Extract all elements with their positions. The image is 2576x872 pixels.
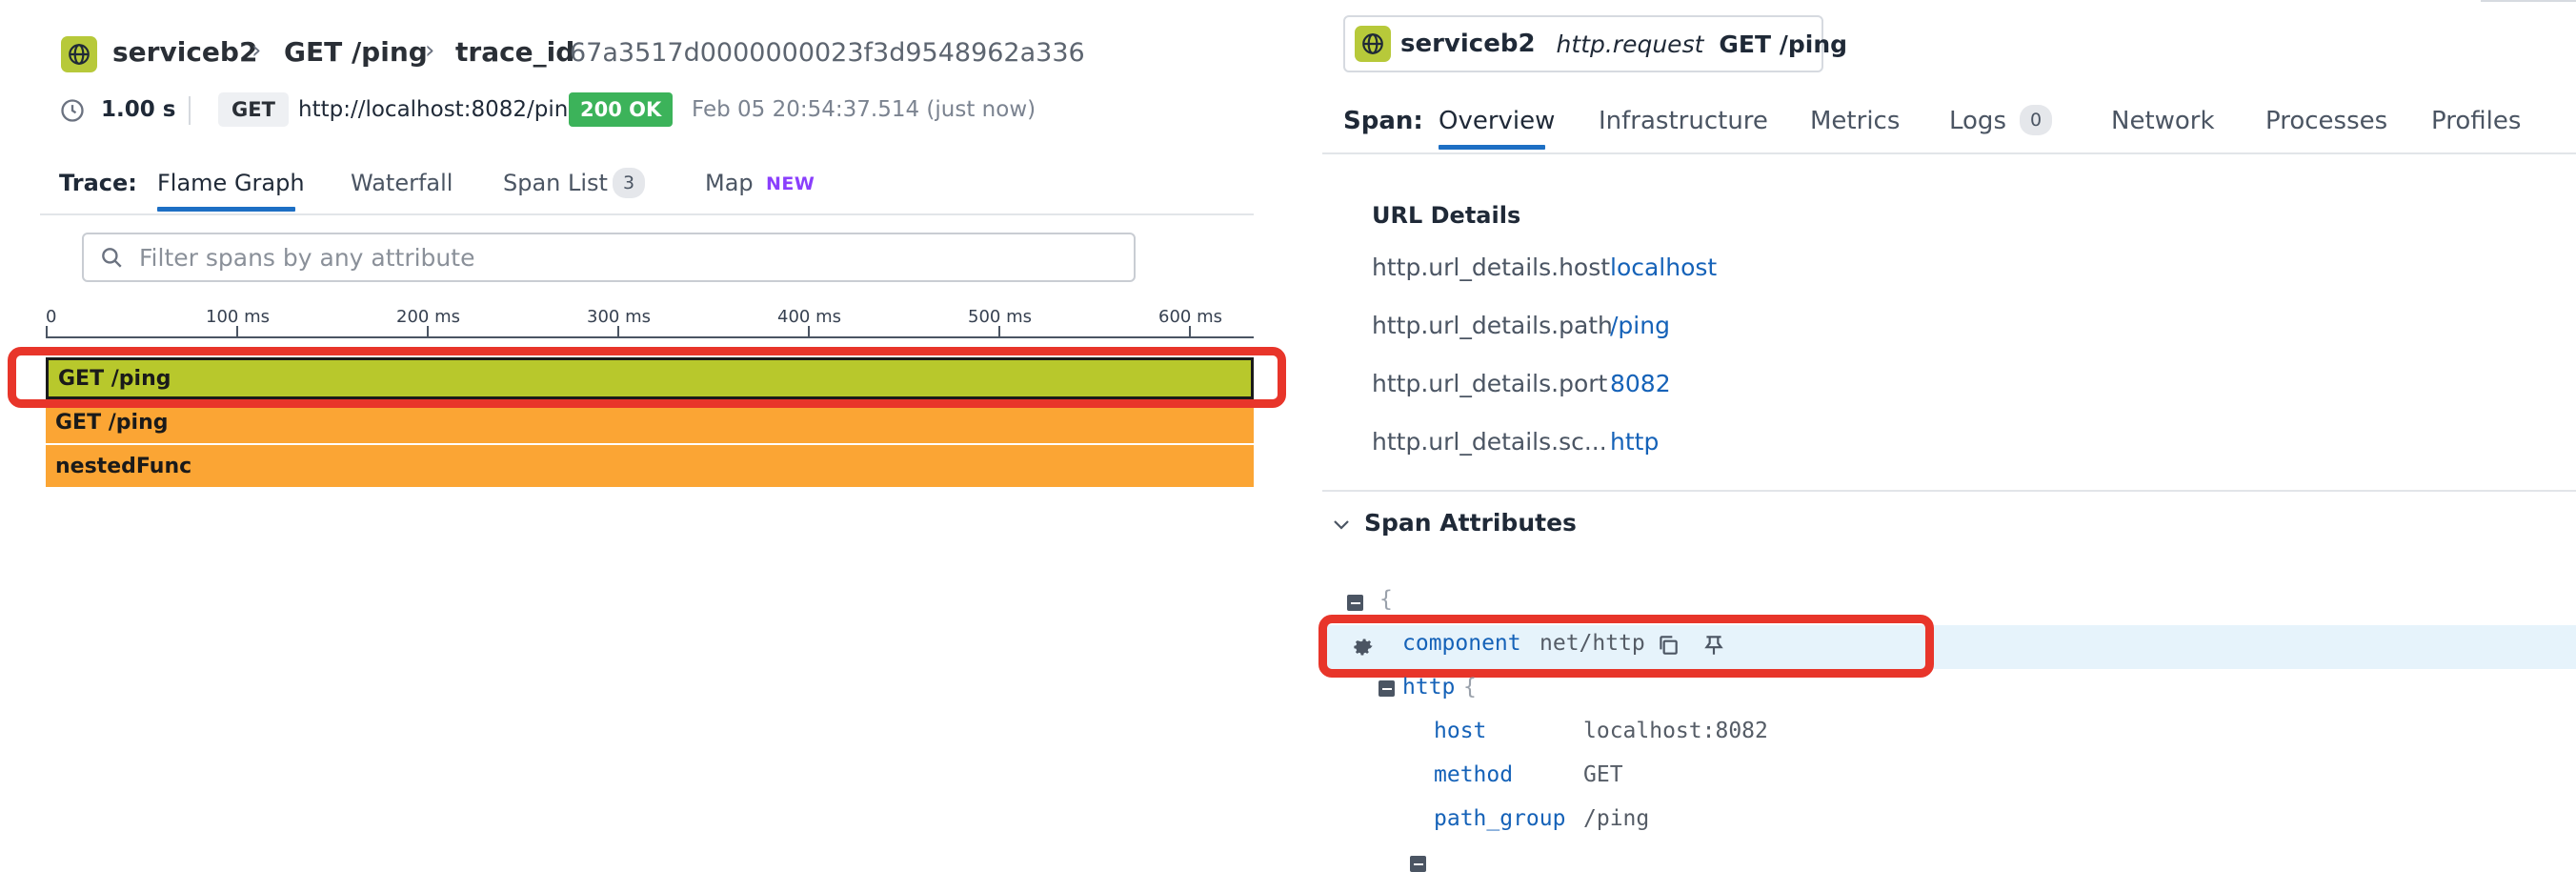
divider — [189, 96, 191, 125]
http-field-key[interactable]: path_group — [1434, 806, 1565, 831]
chevron-right-icon: › — [425, 36, 435, 65]
tab-flame-graph[interactable]: Flame Graph — [157, 170, 305, 196]
axis-line — [46, 336, 1254, 338]
collapse-icon[interactable] — [1347, 595, 1363, 611]
tick-label-500: 500 ms — [968, 307, 1032, 327]
globe-icon — [69, 44, 90, 65]
url-detail-value[interactable]: http — [1610, 428, 1659, 456]
span-tabs-divider — [1322, 152, 2576, 154]
url-detail-value[interactable]: 8082 — [1610, 370, 1671, 397]
tabs-divider — [40, 213, 1254, 215]
breadcrumb-trace-id-label: trace_id — [455, 36, 575, 68]
span-filter-input[interactable] — [137, 242, 1134, 273]
service-icon — [61, 36, 97, 72]
search-icon — [102, 248, 122, 268]
trace-duration: 1.00 s — [101, 97, 176, 122]
chevron-down-icon[interactable] — [1330, 513, 1353, 536]
span-service-name[interactable]: serviceb2 — [1400, 30, 1536, 58]
trace-timestamp: Feb 05 20:54:37.514 (just now) — [692, 97, 1036, 122]
top-right-edge — [2481, 0, 2576, 2]
http-field-value[interactable]: GET — [1583, 762, 1623, 787]
tick-label-600: 600 ms — [1158, 307, 1222, 327]
trace-id[interactable]: 67a3517d0000000023f3d9548962a336 — [570, 38, 1085, 68]
span-header-card: serviceb2 http.request GET /ping — [1343, 15, 1847, 72]
http-method-badge: GET — [218, 92, 289, 127]
http-field-key[interactable]: host — [1434, 719, 1486, 743]
highlight-box — [8, 347, 1286, 408]
url-detail-key: http.url_details.port — [1372, 370, 1608, 397]
http-field-key[interactable]: method — [1434, 762, 1513, 787]
globe-icon — [1362, 33, 1383, 54]
section-divider — [1322, 490, 2576, 492]
logs-count-badge: 0 — [2020, 105, 2052, 135]
span-count-badge: 3 — [613, 168, 645, 198]
tab-span-list[interactable]: Span List — [503, 170, 608, 196]
tick-label-400: 400 ms — [777, 307, 841, 327]
span-attributes-title[interactable]: Span Attributes — [1364, 509, 1577, 537]
highlight-box — [1318, 615, 1934, 678]
url-detail-key: http.url_details.host — [1372, 253, 1611, 281]
json-open-brace: { — [1379, 587, 1393, 612]
service-icon — [1355, 26, 1391, 62]
tab-infrastructure[interactable]: Infrastructure — [1599, 107, 1768, 135]
url-detail-key: http.url_details.path — [1372, 312, 1613, 339]
url-detail-value[interactable]: localhost — [1610, 253, 1717, 281]
breadcrumb-resource[interactable]: GET /ping — [284, 36, 428, 68]
tick-label-300: 300 ms — [587, 307, 651, 327]
tab-processes[interactable]: Processes — [2265, 107, 2387, 135]
http-field-value[interactable]: localhost:8082 — [1583, 719, 1768, 743]
span-resource-name: GET /ping — [1719, 30, 1848, 58]
span-tabs-label: Span: — [1343, 107, 1423, 135]
collapse-icon[interactable] — [1379, 680, 1395, 697]
timeline-axis: 0 100 ms 200 ms 300 ms 400 ms 500 ms 600… — [46, 303, 1254, 341]
tab-overview[interactable]: Overview — [1439, 107, 1555, 135]
url-detail-key: http.url_details.sc... — [1372, 428, 1607, 456]
collapse-icon[interactable] — [1410, 856, 1426, 872]
breadcrumb-service[interactable]: serviceb2 — [112, 36, 257, 68]
tab-profiles[interactable]: Profiles — [2431, 107, 2521, 135]
tick-label-100: 100 ms — [206, 307, 270, 327]
new-badge: NEW — [766, 173, 815, 194]
active-tab-indicator — [1439, 145, 1545, 150]
trace-tabs-label: Trace: — [59, 170, 137, 196]
tab-waterfall[interactable]: Waterfall — [351, 170, 453, 196]
url-details-title: URL Details — [1372, 202, 1521, 229]
span-filter[interactable] — [82, 233, 1136, 282]
http-field-value[interactable]: /ping — [1583, 806, 1649, 831]
http-key[interactable]: http — [1402, 675, 1455, 700]
tab-metrics[interactable]: Metrics — [1810, 107, 1900, 135]
active-tab-indicator — [157, 207, 295, 212]
flame-span-nested[interactable]: nestedFunc — [46, 445, 1254, 487]
request-url[interactable]: http://localhost:8082/ping — [298, 97, 582, 122]
url-detail-value[interactable]: /ping — [1610, 312, 1670, 339]
tab-map[interactable]: Map — [705, 170, 754, 196]
tick-label-200: 200 ms — [396, 307, 460, 327]
http-open-brace: { — [1463, 675, 1477, 700]
clock-icon — [61, 99, 84, 122]
status-badge: 200 OK — [569, 92, 674, 127]
span-operation-name: http.request — [1556, 30, 1704, 58]
tick-label-0: 0 — [46, 307, 57, 327]
chevron-right-icon: › — [252, 36, 262, 65]
tab-logs[interactable]: Logs — [1949, 107, 2006, 135]
tab-network[interactable]: Network — [2111, 107, 2215, 135]
